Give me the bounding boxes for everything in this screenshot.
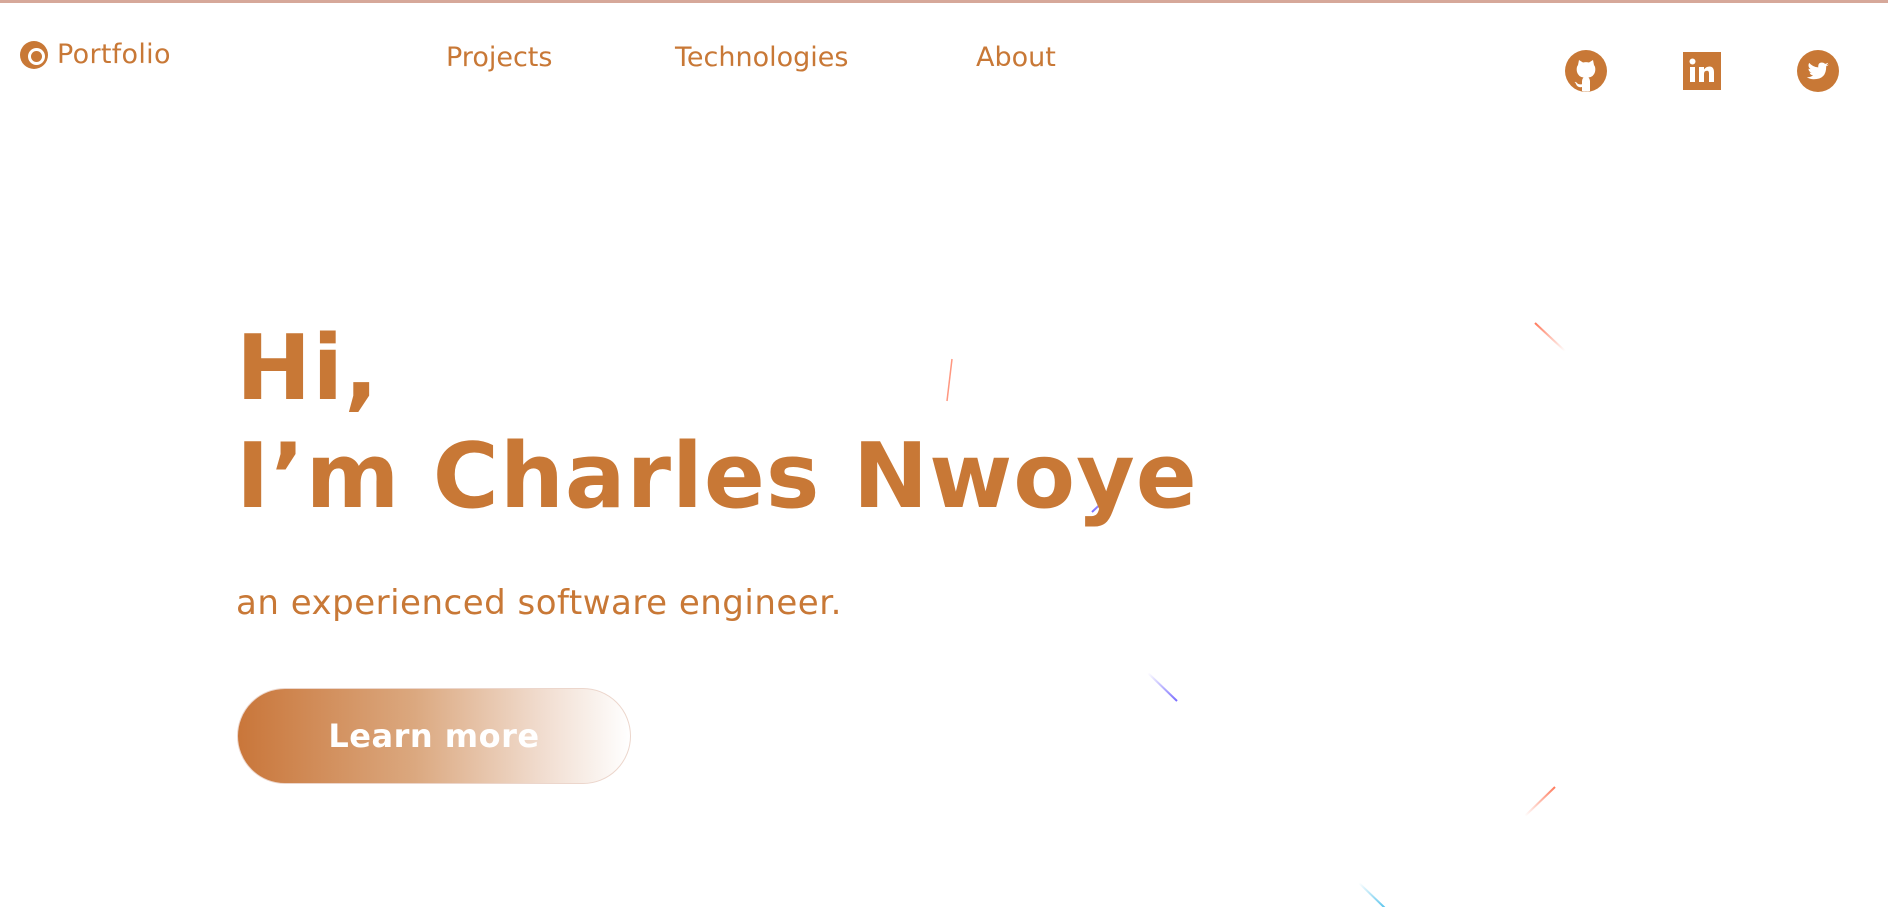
site-header: Portfolio Projects Technologies About [0, 3, 1888, 113]
hero-greeting: Hi, [236, 316, 380, 421]
particle-streak [1358, 882, 1386, 907]
linkedin-link[interactable] [1680, 49, 1724, 93]
page: Portfolio Projects Technologies About Hi… [0, 0, 1888, 907]
particle-streak [1534, 322, 1566, 352]
hero-subtitle: an experienced software engineer. [236, 583, 842, 623]
particle-streak [1524, 786, 1556, 817]
nav-link-about[interactable]: About [976, 41, 1056, 75]
linkedin-icon [1683, 52, 1721, 90]
twitter-icon [1797, 50, 1839, 92]
brand-link[interactable]: Portfolio [18, 38, 171, 72]
github-link[interactable] [1564, 49, 1608, 93]
nav-link-technologies[interactable]: Technologies [675, 41, 848, 75]
github-icon [1565, 50, 1607, 92]
twitter-link[interactable] [1796, 49, 1840, 93]
hero-name: I’m Charles Nwoye [236, 424, 1198, 529]
hero-heading: Hi, I’m Charles Nwoye [236, 315, 1198, 531]
brand-name: Portfolio [57, 39, 171, 70]
nav-link-projects[interactable]: Projects [446, 41, 552, 75]
learn-more-button[interactable]: Learn more [237, 688, 631, 784]
particle-streak [1147, 672, 1178, 702]
portfolio-logo-icon [20, 41, 48, 69]
